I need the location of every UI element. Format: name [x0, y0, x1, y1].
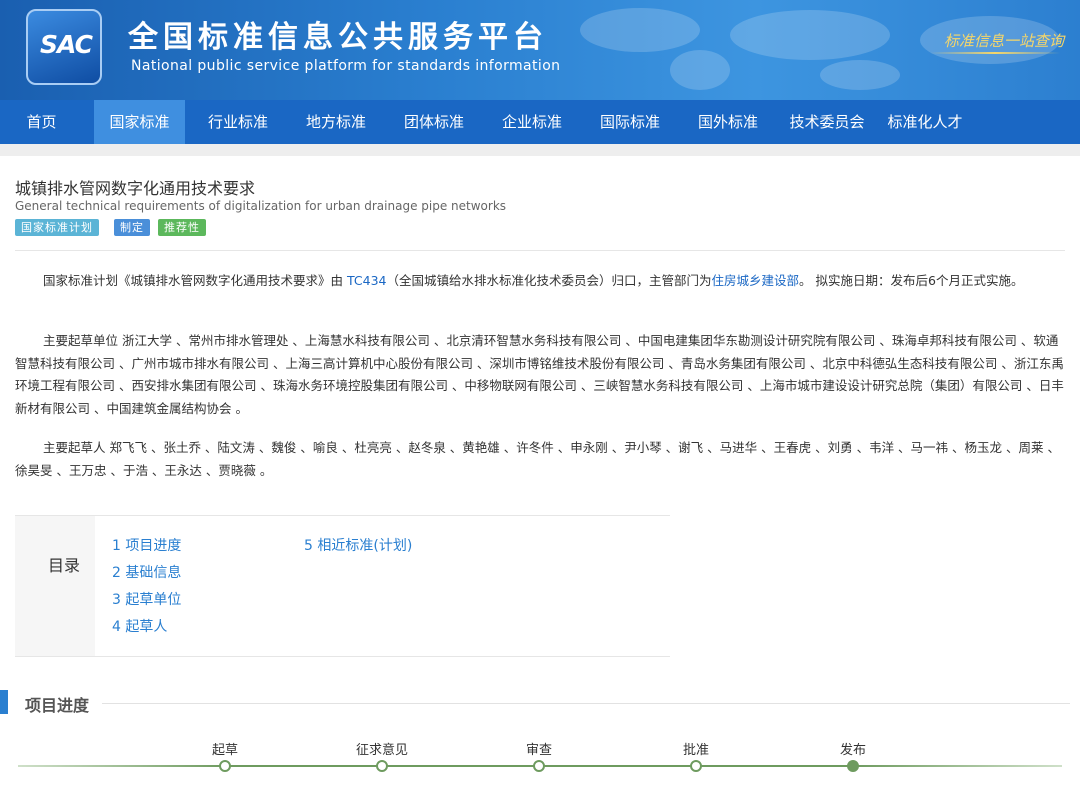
step-label-publish: 发布	[839, 743, 866, 758]
nav-item-home[interactable]: 首页	[0, 100, 83, 144]
step-label-review: 审查	[525, 743, 552, 758]
site-banner: SAC 全国标准信息公共服务平台 National public service…	[0, 0, 1080, 100]
nav-item-international[interactable]: 国际标准	[585, 100, 675, 144]
tag-plan: 国家标准计划	[15, 219, 99, 236]
site-title: 全国标准信息公共服务平台	[128, 20, 548, 55]
nav-item-committee[interactable]: 技术委员会	[780, 100, 874, 144]
main-nav: 首页 国家标准 行业标准 地方标准 团体标准 企业标准 国际标准 国外标准 技术…	[0, 100, 1080, 144]
tc-link[interactable]: TC434	[347, 273, 387, 288]
step-label-approval: 批准	[682, 743, 709, 758]
step-label-draft: 起草	[211, 743, 238, 758]
summary-paragraph: 国家标准计划《城镇排水管网数字化通用技术要求》由 TC434（全国城镇给水排水标…	[15, 270, 1065, 293]
slogan-underline	[930, 52, 1060, 54]
dept-link[interactable]: 住房城乡建设部	[712, 273, 800, 288]
site-subtitle: National public service platform for sta…	[131, 58, 561, 74]
drafters-paragraph: 主要起草人 郑飞飞 、张土乔 、陆文涛 、魏俊 、喻良 、杜亮亮 、赵冬泉 、黄…	[15, 440, 1060, 478]
nav-item-national[interactable]: 国家标准	[94, 100, 185, 144]
nav-item-group[interactable]: 团体标准	[389, 100, 479, 144]
tag-status: 制定	[114, 219, 150, 236]
toc-item-similar-standards[interactable]: 5 相近标准(计划)	[304, 535, 412, 555]
toc-item-basic-info[interactable]: 2 基础信息	[112, 562, 181, 582]
logo-text: SAC	[40, 30, 93, 59]
section-accent-bar	[0, 690, 8, 714]
drafting-units-paragraph: 主要起草单位 浙江大学 、常州市排水管理处 、上海慧水科技有限公司 、北京清环智…	[15, 333, 1064, 416]
summary-text-b: （全国城镇给水排水标准化技术委员会）归口，主管部门为	[386, 273, 712, 288]
table-of-contents: 目录 1 项目进度 2 基础信息 3 起草单位 4 起草人 5 相近标准(计划)	[15, 515, 670, 657]
step-dot-approval	[690, 760, 702, 772]
nav-item-talent[interactable]: 标准化人才	[878, 100, 972, 144]
nav-shadow-strip	[0, 144, 1080, 156]
toc-label: 目录	[48, 556, 81, 575]
step-dot-publish	[847, 760, 859, 772]
header-divider	[15, 250, 1065, 251]
nav-item-local[interactable]: 地方标准	[291, 100, 381, 144]
nav-item-enterprise[interactable]: 企业标准	[487, 100, 577, 144]
toc-item-progress[interactable]: 1 项目进度	[112, 535, 181, 555]
summary-text-a: 国家标准计划《城镇排水管网数字化通用技术要求》由	[43, 273, 347, 288]
standard-title: 城镇排水管网数字化通用技术要求	[15, 179, 256, 198]
sac-logo[interactable]: SAC	[26, 9, 102, 85]
step-dot-draft	[219, 760, 231, 772]
tag-type: 推荐性	[158, 219, 206, 236]
standard-title-en: General technical requirements of digita…	[15, 199, 507, 213]
nav-item-industry[interactable]: 行业标准	[193, 100, 283, 144]
step-dot-comments	[376, 760, 388, 772]
section-divider	[102, 703, 1070, 704]
step-label-comments: 征求意见	[355, 743, 408, 758]
toc-label-panel: 目录	[15, 516, 95, 656]
summary-text-c: 。 拟实施日期：发布后6个月正式实施。	[799, 273, 1024, 288]
step-dot-review	[533, 760, 545, 772]
section-title-progress: 项目进度	[25, 696, 90, 715]
nav-item-foreign[interactable]: 国外标准	[683, 100, 773, 144]
toc-item-drafting-units[interactable]: 3 起草单位	[112, 589, 181, 609]
site-slogan: 标准信息一站查询	[944, 32, 1065, 50]
toc-item-drafters[interactable]: 4 起草人	[112, 616, 167, 636]
